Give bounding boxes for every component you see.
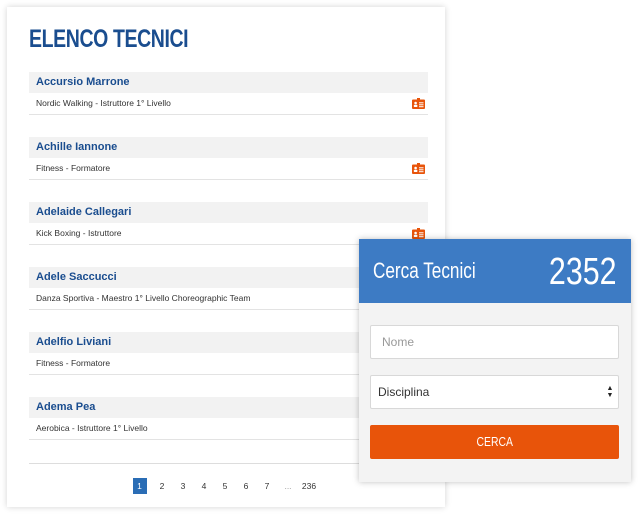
technician-discipline-text: Aerobica - Istruttore 1° Livello bbox=[36, 423, 148, 433]
technician-discipline-text: Fitness - Formatore bbox=[36, 358, 111, 368]
technician-discipline: Fitness - Formatore bbox=[29, 158, 428, 180]
name-field[interactable] bbox=[370, 325, 619, 359]
technician-entry: Accursio Marrone Nordic Walking - Istrutt… bbox=[29, 72, 428, 115]
search-panel: Cerca Tecnici 2352 Disciplina ▲▼ CERCA bbox=[359, 239, 631, 482]
technician-discipline-text: Nordic Walking - Istruttore 1° Livello bbox=[36, 98, 171, 108]
page-link[interactable]: 1 bbox=[132, 478, 147, 494]
technician-name[interactable]: Accursio Marrone bbox=[29, 72, 428, 93]
page-link[interactable]: 236 bbox=[299, 478, 320, 494]
discipline-select[interactable]: Disciplina ▲ ▼ bbox=[370, 375, 619, 409]
select-arrows-icon: ▲ ▼ bbox=[606, 385, 614, 399]
id-card-icon[interactable] bbox=[412, 98, 425, 109]
page-link[interactable]: 5 bbox=[215, 478, 236, 494]
search-button-label: CERCA bbox=[476, 434, 513, 449]
technicians-count: 2352 bbox=[549, 251, 617, 293]
search-button[interactable]: CERCA bbox=[370, 425, 619, 459]
technician-discipline: Nordic Walking - Istruttore 1° Livello bbox=[29, 93, 428, 115]
page-link[interactable]: 7 bbox=[257, 478, 278, 494]
technician-discipline-text: Kick Boxing - Istruttore bbox=[36, 228, 122, 238]
name-input[interactable] bbox=[371, 326, 618, 358]
search-title: Cerca Tecnici bbox=[373, 258, 476, 283]
page-title: ELENCO TECNICI bbox=[29, 25, 189, 53]
discipline-select-value: Disciplina bbox=[378, 385, 430, 399]
technician-name[interactable]: Achille Iannone bbox=[29, 137, 428, 158]
page-link[interactable]: 4 bbox=[194, 478, 215, 494]
id-card-icon[interactable] bbox=[412, 228, 425, 239]
page-link[interactable]: 2 bbox=[152, 478, 173, 494]
search-header: Cerca Tecnici 2352 bbox=[359, 239, 631, 303]
technician-entry: Achille Iannone Fitness - Formatore bbox=[29, 137, 428, 180]
page-link[interactable]: 6 bbox=[236, 478, 257, 494]
technician-discipline-text: Danza Sportiva - Maestro 1° Livello Chor… bbox=[36, 293, 251, 303]
page-link[interactable]: 3 bbox=[173, 478, 194, 494]
technician-name[interactable]: Adelaide Callegari bbox=[29, 202, 428, 223]
technician-discipline-text: Fitness - Formatore bbox=[36, 163, 111, 173]
id-card-icon[interactable] bbox=[412, 163, 425, 174]
pagination-ellipsis: ... bbox=[284, 481, 292, 491]
